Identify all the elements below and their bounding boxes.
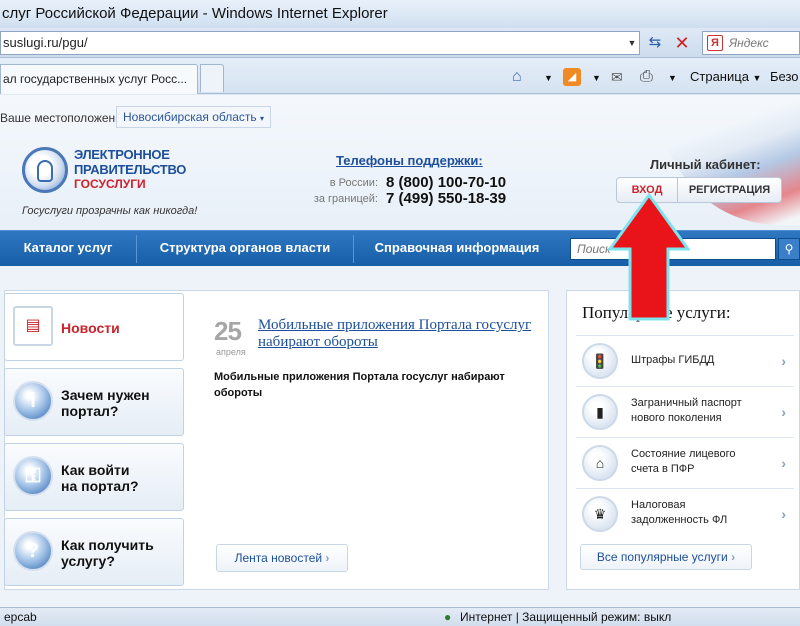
- news-date-month: апреля: [216, 347, 246, 357]
- web-page: Ваше местоположение: Новосибирская облас…: [0, 95, 800, 607]
- search-icon[interactable]: ⚲: [778, 238, 800, 260]
- logo-text-1: ЭЛЕКТРОННОЕ: [74, 147, 170, 162]
- all-popular-button[interactable]: Все популярные услуги ›: [580, 544, 752, 570]
- news-icon: ▤: [13, 306, 53, 346]
- logo-text-3: ГОСУСЛУГИ: [74, 177, 146, 191]
- nav-reference[interactable]: Справочная информация: [354, 231, 560, 267]
- logo-text-2: ПРАВИТЕЛЬСТВО: [74, 162, 187, 177]
- info-icon: i: [13, 381, 53, 421]
- print-dropdown-icon[interactable]: ▼: [668, 66, 677, 88]
- globe-icon: ●: [444, 610, 452, 624]
- sidebar-item-get-service[interactable]: ? Как получить услугу?: [4, 518, 184, 586]
- nav-catalog[interactable]: Каталог услуг: [0, 231, 136, 267]
- phone-number-russia: 8 (800) 100-70-10: [386, 174, 507, 191]
- news-summary: Мобильные приложения Портала госуслуг на…: [214, 371, 505, 399]
- chevron-right-icon: ›: [781, 506, 786, 522]
- key-icon: ⚿: [13, 456, 53, 496]
- gosuslugi-logo-icon[interactable]: [22, 147, 68, 193]
- coat-of-arms-icon: ♛: [582, 496, 618, 532]
- news-headline-link[interactable]: Мобильные приложения Портала госуслуг на…: [258, 317, 538, 351]
- popular-item-label: Штрафы ГИБДД: [631, 354, 715, 366]
- sidebar-item-label: Как войти: [61, 462, 130, 478]
- popular-item-label: задолженность ФЛ: [631, 514, 728, 526]
- traffic-light-icon: 🚦: [582, 343, 618, 379]
- popular-item-label: Налоговая: [631, 499, 686, 511]
- nav-structure[interactable]: Структура органов власти: [137, 231, 353, 267]
- address-bar: suslugi.ru/pgu/ ▼ ⇆ ✕ Я Яндекс: [0, 28, 800, 58]
- news-feed-button[interactable]: Лента новостей ›: [216, 544, 348, 572]
- url-dropdown-icon[interactable]: ▼: [625, 31, 639, 55]
- region-select[interactable]: Новосибирская область ▾: [116, 106, 272, 128]
- page-menu[interactable]: Страница ▼: [690, 66, 761, 88]
- home-icon[interactable]: ⌂: [512, 66, 522, 88]
- home-dropdown-icon[interactable]: ▼: [544, 66, 553, 88]
- rss-dropdown-icon[interactable]: ▼: [592, 66, 601, 88]
- print-icon[interactable]: ⎙: [640, 66, 653, 88]
- new-tab-button[interactable]: [200, 64, 224, 92]
- stop-icon[interactable]: ✕: [672, 33, 692, 53]
- red-arrow-annotation-icon: [608, 193, 690, 321]
- sidebar-item-login-help[interactable]: ⚿ Как войти на портал?: [4, 443, 184, 511]
- security-zone-text: Интернет | Защищенный режим: выкл: [460, 610, 672, 624]
- popular-item-label: Заграничный паспорт: [631, 397, 742, 409]
- register-button[interactable]: РЕГИСТРАЦИЯ: [678, 177, 782, 203]
- chevron-right-icon: ›: [781, 404, 786, 420]
- chevron-right-icon: ›: [781, 353, 786, 369]
- status-bar: ерсаb ● Интернет | Защищенный режим: вык…: [0, 607, 800, 626]
- sidebar-item-label: портал?: [61, 403, 119, 419]
- status-text: ерсаb: [4, 610, 37, 624]
- safety-menu[interactable]: Безо: [770, 66, 799, 88]
- popular-item-pension[interactable]: ⌂ Состояние лицевого счета в ПФР ›: [576, 437, 794, 487]
- location-label: Ваше местоположение:: [0, 111, 132, 125]
- window-title: слуг Российской Федерации - Windows Inte…: [0, 0, 800, 28]
- popular-item-label: нового поколения: [631, 412, 722, 424]
- tab-gosuslugi[interactable]: ал государственных услуг Росс...: [0, 64, 198, 94]
- pension-fund-icon: ⌂: [582, 445, 618, 481]
- phone-label-russia: в России:: [329, 177, 378, 189]
- url-input[interactable]: suslugi.ru/pgu/: [0, 31, 640, 55]
- question-icon: ?: [13, 531, 53, 571]
- popular-item-fines[interactable]: 🚦 Штрафы ГИБДД ›: [576, 335, 794, 385]
- sidebar-item-news[interactable]: ▤ Новости: [4, 293, 184, 361]
- sidebar-item-label: на портал?: [61, 478, 139, 494]
- passport-icon: ▮: [582, 394, 618, 430]
- browser-search-input[interactable]: Я Яндекс: [702, 31, 800, 55]
- phone-label-abroad: за границей:: [313, 193, 378, 205]
- popular-item-label: счета в ПФР: [631, 463, 695, 475]
- slogan: Госуслуги прозрачны как никогда!: [22, 205, 198, 217]
- chevron-right-icon: ›: [781, 455, 786, 471]
- news-date-day: 25: [214, 316, 242, 346]
- sidebar-item-label: услугу?: [61, 553, 115, 569]
- popular-item-passport[interactable]: ▮ Заграничный паспорт нового поколения ›: [576, 386, 794, 436]
- support-phones-title[interactable]: Телефоны поддержки:: [336, 153, 483, 168]
- sidebar-item-label: Новости: [61, 320, 120, 336]
- rss-icon[interactable]: ◢: [563, 68, 581, 86]
- sidebar-item-why[interactable]: i Зачем нужен портал?: [4, 368, 184, 436]
- cabinet-title: Личный кабинет:: [650, 157, 761, 172]
- yandex-icon: Я: [707, 35, 723, 51]
- sidebar-item-label: Зачем нужен: [61, 387, 150, 403]
- popular-item-label: Состояние лицевого: [631, 448, 736, 460]
- sidebar-item-label: Как получить: [61, 537, 154, 553]
- refresh-icon[interactable]: ⇆: [645, 33, 665, 53]
- tab-bar: ал государственных услуг Росс... ⌂ ▼ ◢ ▼…: [0, 58, 800, 94]
- popular-item-tax[interactable]: ♛ Налоговая задолженность ФЛ ›: [576, 488, 794, 538]
- mail-icon[interactable]: ✉: [611, 66, 623, 88]
- browser-search-placeholder: Яндекс: [729, 36, 769, 50]
- phone-number-abroad: 7 (499) 550-18-39: [386, 190, 507, 207]
